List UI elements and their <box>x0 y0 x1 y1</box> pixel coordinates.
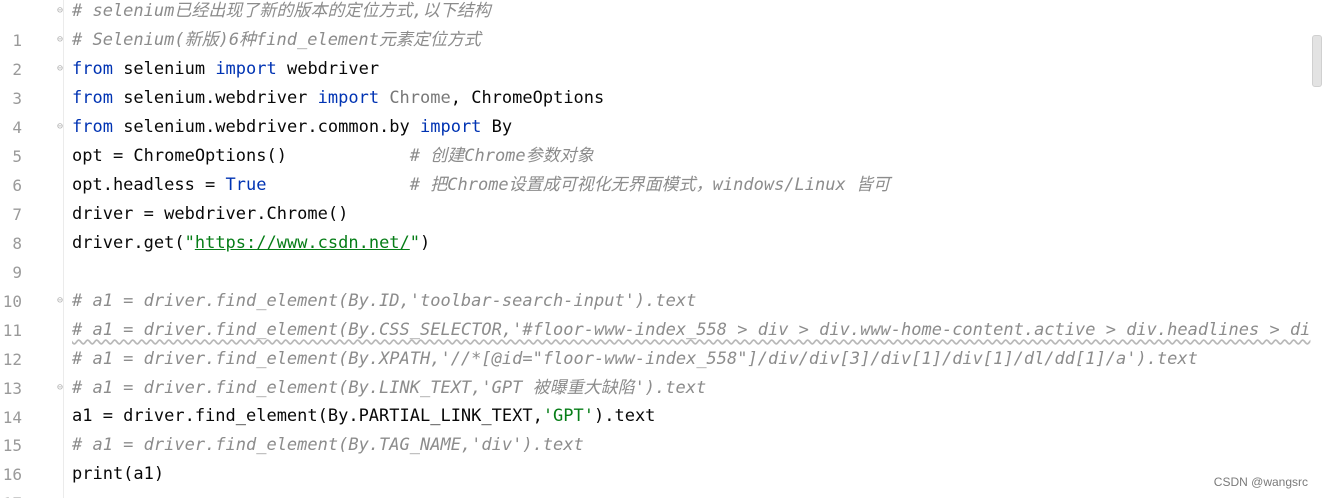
code-line-14[interactable]: 14 ⊖ # a1 = driver.find_element(By.LINK_… <box>0 374 1322 427</box>
import-name: , ChromeOptions <box>450 88 605 108</box>
keyword-from: from <box>72 117 113 137</box>
code-line-17[interactable]: 17 print(a1) <box>0 460 1322 498</box>
keyword-import: import <box>420 117 482 137</box>
keyword-import: import <box>215 59 277 79</box>
comment-text: # selenium已经出现了新的版本的定位方式,以下结构 <box>72 1 491 21</box>
comment-text: # a1 = driver.find_element(By.ID,'toolba… <box>72 291 697 311</box>
comment-text: # Selenium(新版)6种find_element元素定位方式 <box>72 30 481 50</box>
code-text: opt.headless = <box>72 175 226 195</box>
code-line-1[interactable]: 1 ⊖ # selenium已经出现了新的版本的定位方式,以下结构 <box>0 0 1322 50</box>
watermark-text: CSDN @wangsrc <box>1213 475 1308 489</box>
code-text: print(a1) <box>72 464 165 484</box>
code-line-15[interactable]: 15 a1 = driver.find_element(By.PARTIAL_L… <box>0 402 1322 455</box>
import-name: By <box>481 117 513 137</box>
fold-marker-icon[interactable]: ⊖ <box>57 383 66 393</box>
code-line-7[interactable]: 7 opt.headless = True # 把Chrome设置成可视化无界面… <box>0 171 1322 224</box>
statement: driver.get("https://www.csdn.net/") <box>72 229 430 258</box>
string-quote: " <box>409 233 421 253</box>
statement: opt.headless = True # 把Chrome设置成可视化无界面模式… <box>72 171 890 200</box>
fold-marker-icon[interactable]: ⊖ <box>57 296 66 306</box>
string-literal: 'GPT' <box>542 406 594 426</box>
comment-text: # 把Chrome设置成可视化无界面模式，windows/Linux 皆可 <box>409 175 890 195</box>
code-text: ).text <box>594 406 656 426</box>
import-statement: from selenium import webdriver <box>72 55 379 84</box>
code-text: a1 = driver.find_element(By.PARTIAL_LINK… <box>72 406 543 426</box>
line-number: 17 <box>0 489 22 498</box>
fold-marker-icon[interactable]: ⊖ <box>57 35 66 45</box>
code-line-2[interactable]: 2 ⊖ # Selenium(新版)6种find_element元素定位方式 <box>0 26 1322 79</box>
url-link[interactable]: https://www.csdn.net/ <box>195 233 410 253</box>
boolean-literal: True <box>225 175 267 195</box>
module-name: selenium.webdriver <box>112 88 318 108</box>
code-text: driver = webdriver.Chrome() <box>72 204 349 224</box>
code-line-12[interactable]: 12 # a1 = driver.find_element(By.CSS_SEL… <box>0 316 1322 369</box>
unused-import-name: Chrome <box>379 88 451 108</box>
comment-text: # a1 = driver.find_element(By.TAG_NAME,'… <box>72 435 584 455</box>
module-name: selenium <box>112 59 216 79</box>
comment-text: # 创建Chrome参数对象 <box>409 146 594 166</box>
statement: a1 = driver.find_element(By.PARTIAL_LINK… <box>72 402 655 431</box>
vertical-scrollbar-thumb[interactable] <box>1312 35 1322 87</box>
code-line-11[interactable]: 11 ⊖ # a1 = driver.find_element(By.ID,'t… <box>0 287 1322 340</box>
code-line-13[interactable]: 13 # a1 = driver.find_element(By.XPATH,'… <box>0 345 1322 398</box>
code-line-10[interactable]: 10 <box>0 258 1322 311</box>
code-line-9[interactable]: 9 driver.get("https://www.csdn.net/") <box>0 229 1322 282</box>
code-area[interactable]: 1 ⊖ # selenium已经出现了新的版本的定位方式,以下结构 2 ⊖ # … <box>0 0 1322 498</box>
code-line-8[interactable]: 8 driver = webdriver.Chrome() <box>0 200 1322 253</box>
code-line-16[interactable]: 16 # a1 = driver.find_element(By.TAG_NAM… <box>0 431 1322 484</box>
code-line-3[interactable]: 3 ⊖ from selenium import webdriver <box>0 55 1322 108</box>
comment-text: # a1 = driver.find_element(By.CSS_SELECT… <box>72 320 1311 340</box>
import-statement: from selenium.webdriver import Chrome, C… <box>72 84 604 113</box>
keyword-import: import <box>317 88 380 108</box>
fold-marker-icon[interactable]: ⊖ <box>57 122 66 132</box>
fold-marker-icon[interactable]: ⊖ <box>57 6 66 16</box>
code-text: opt = ChromeOptions() <box>72 146 410 166</box>
code-text: ) <box>420 233 431 253</box>
string-quote: " <box>184 233 195 253</box>
comment-text: # a1 = driver.find_element(By.LINK_TEXT,… <box>72 378 707 398</box>
code-line-4[interactable]: 4 from selenium.webdriver import Chrome,… <box>0 84 1322 137</box>
import-statement: from selenium.webdriver.common.by import… <box>72 113 512 142</box>
code-text: driver.get( <box>72 233 185 253</box>
import-name: webdriver <box>276 59 380 79</box>
code-line-5[interactable]: 5 ⊖ from selenium.webdriver.common.by im… <box>0 113 1322 166</box>
module-name: selenium.webdriver.common.by <box>112 117 420 137</box>
keyword-from: from <box>72 59 113 79</box>
code-editor[interactable]: 1 ⊖ # selenium已经出现了新的版本的定位方式,以下结构 2 ⊖ # … <box>0 0 1322 498</box>
comment-text: # a1 = driver.find_element(By.XPATH,'//*… <box>72 349 1198 369</box>
keyword-from: from <box>72 88 113 108</box>
code-line-6[interactable]: 6 opt = ChromeOptions() # 创建Chrome参数对象 <box>0 142 1322 195</box>
fold-marker-icon[interactable]: ⊖ <box>57 64 66 74</box>
statement: opt = ChromeOptions() # 创建Chrome参数对象 <box>72 142 594 171</box>
